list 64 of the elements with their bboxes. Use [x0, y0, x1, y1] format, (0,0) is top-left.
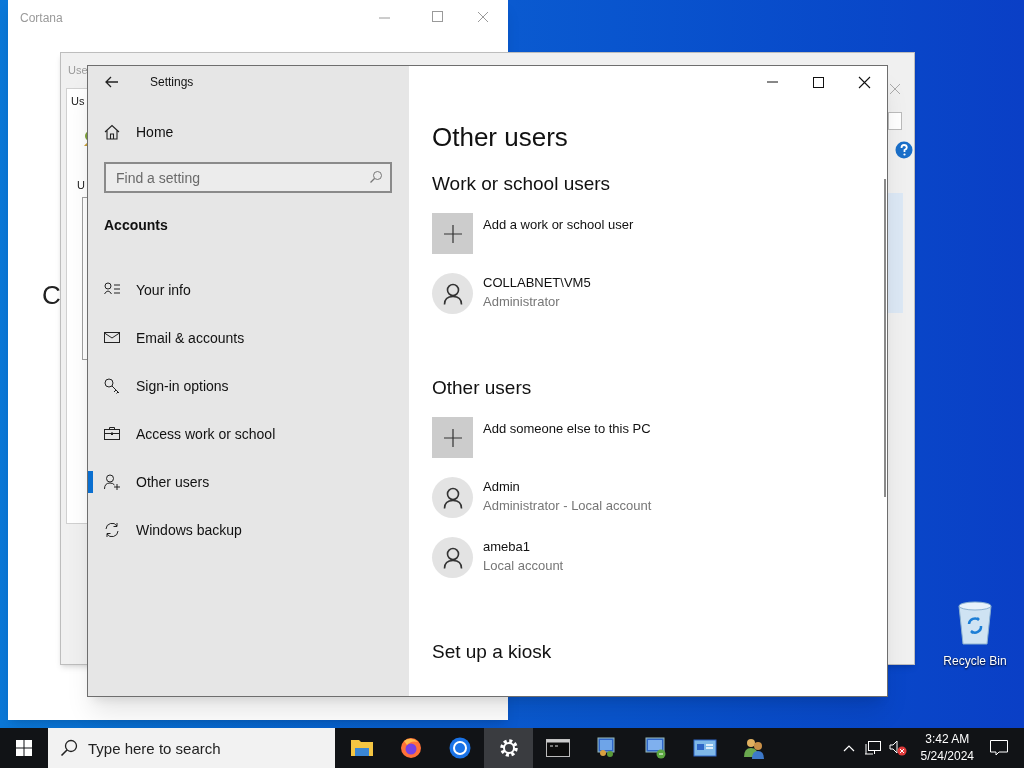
monitor-icon — [643, 736, 668, 760]
maximize-icon — [810, 74, 826, 90]
add-user-button[interactable]: Add a work or school user — [432, 213, 732, 273]
browser-icon — [447, 736, 472, 760]
user-account-item[interactable]: Admin Administrator - Local account — [432, 477, 732, 537]
window-title: Settings — [150, 74, 194, 91]
user-name: ameba1 — [483, 538, 531, 556]
sidebar-item[interactable]: Windows backup — [88, 519, 409, 541]
add-user-button[interactable]: Add someone else to this PC — [432, 417, 732, 477]
sidebar-item[interactable]: Access work or school — [88, 423, 409, 445]
section-heading: Accounts — [104, 216, 169, 235]
sync-icon — [104, 522, 120, 538]
sidebar-item[interactable]: Email & accounts — [88, 327, 409, 349]
clock[interactable]: 3:42 AM 5/24/2024 — [920, 731, 974, 765]
window-title: Use — [68, 63, 88, 78]
section-heading: Work or school users — [432, 172, 612, 196]
briefcase-icon — [104, 426, 120, 442]
body-text: C — [42, 279, 61, 312]
account-type: Local account — [483, 557, 564, 575]
user-icon — [442, 486, 463, 509]
page-title: Other users — [432, 121, 569, 154]
taskbar-app-button[interactable] — [484, 728, 533, 768]
account-type: Administrator - Local account — [483, 497, 652, 515]
user-icon — [442, 546, 463, 569]
user-account-item[interactable]: ameba1 Local account — [432, 537, 732, 597]
account-type: Administrator — [483, 293, 561, 311]
add-user-icon — [104, 474, 120, 490]
search-field[interactable]: Type here to search — [48, 728, 335, 768]
back-icon — [105, 76, 119, 88]
user-account-item[interactable]: COLLABNET\VM5 Administrator — [432, 273, 732, 333]
user-name: COLLABNET\VM5 — [483, 274, 591, 292]
terminal-icon — [545, 736, 570, 760]
envelope-icon — [104, 330, 120, 346]
browser-icon — [398, 736, 423, 760]
plus-icon — [443, 224, 462, 243]
user-icon — [442, 282, 463, 305]
tab[interactable]: Us — [71, 94, 85, 108]
label: U — [77, 178, 85, 192]
section-heading: Other users — [432, 376, 533, 400]
minimize-icon — [766, 81, 778, 83]
sidebar-item[interactable]: Your info — [88, 279, 409, 301]
muted-speaker-icon[interactable] — [888, 740, 907, 756]
section-heading: Set up a kiosk — [432, 640, 553, 664]
help-icon — [895, 141, 913, 159]
search-field[interactable]: Find a setting — [104, 162, 392, 193]
key-icon — [104, 378, 120, 394]
control-panel-icon — [692, 736, 717, 760]
home-link[interactable]: Home — [104, 112, 304, 152]
chevron-up-icon[interactable] — [842, 744, 855, 752]
plus-icon — [443, 428, 462, 447]
search-icon — [60, 739, 78, 757]
close-icon — [888, 82, 902, 96]
close-icon — [856, 74, 872, 90]
sidebar-item[interactable]: Sign-in options — [88, 375, 409, 397]
windows-logo-icon — [16, 740, 32, 756]
search-icon — [369, 170, 383, 184]
users-icon — [741, 736, 766, 760]
notification-icon[interactable] — [990, 740, 1008, 756]
recycle-bin-icon — [955, 600, 995, 646]
window-title: Cortana — [20, 10, 63, 27]
network-icon[interactable] — [864, 741, 881, 755]
user-name: Admin — [483, 478, 521, 496]
desktop-icon[interactable]: Recycle Bin — [940, 600, 1010, 670]
home-icon — [104, 124, 120, 140]
